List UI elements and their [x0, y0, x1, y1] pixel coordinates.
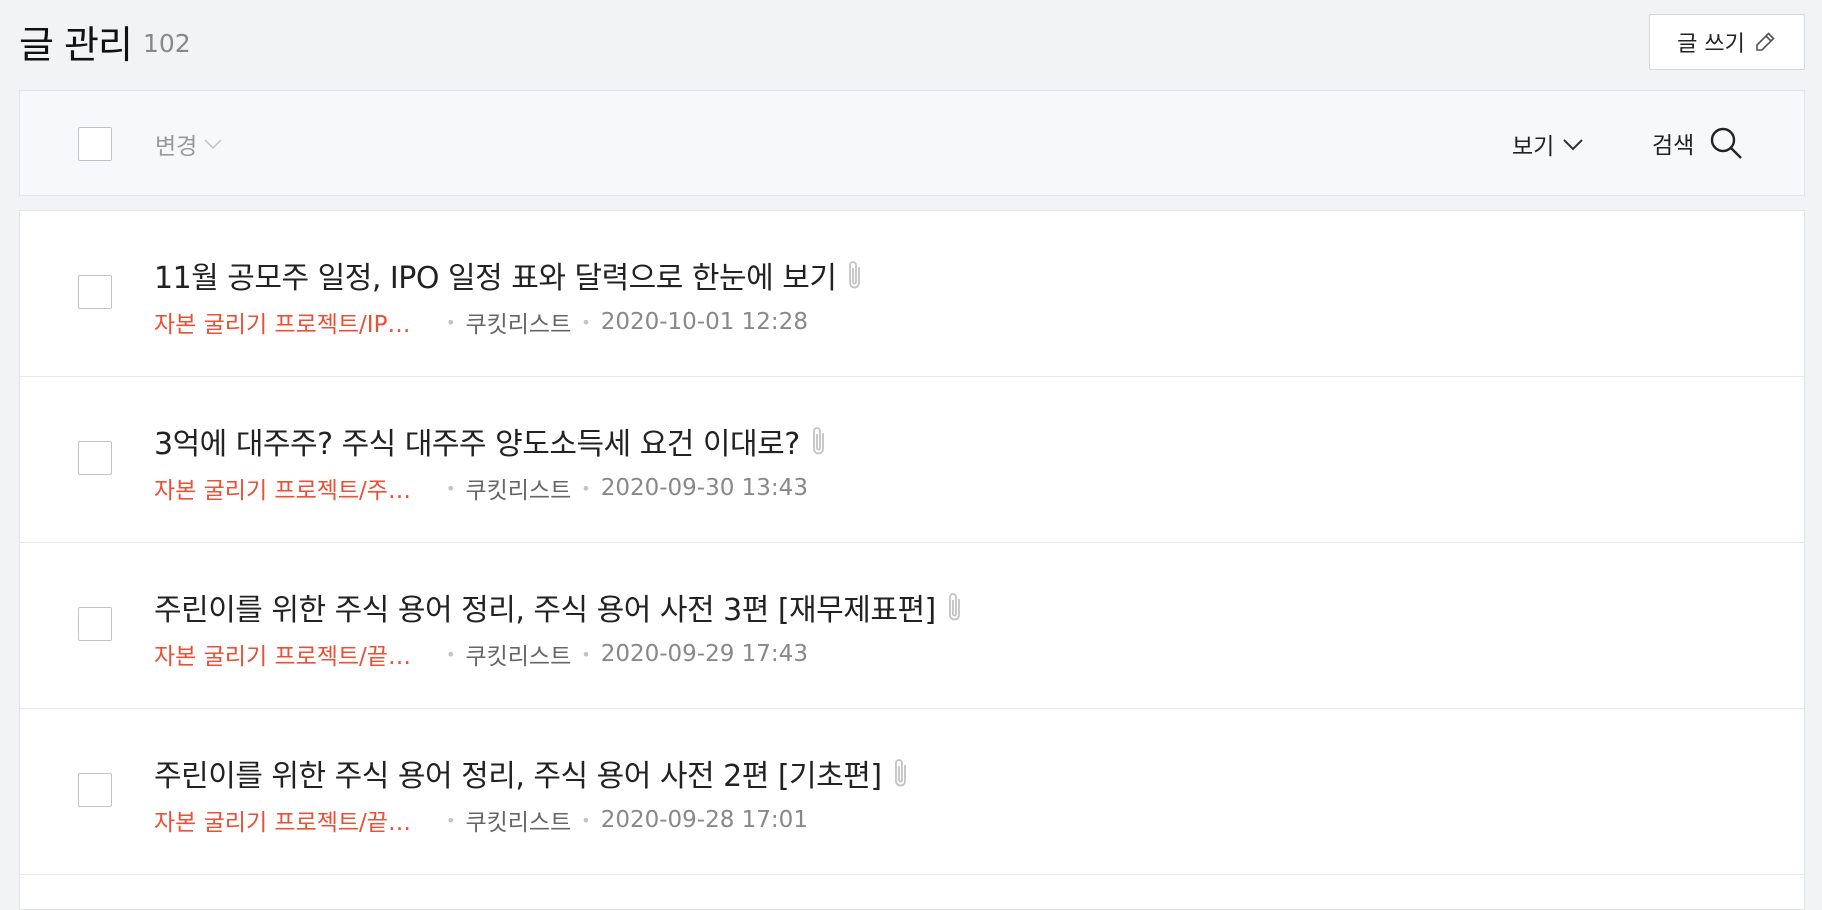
post-date: 2020-09-28 17:01: [600, 807, 808, 833]
separator-dot: •: [446, 312, 456, 332]
separator-dot: •: [581, 312, 591, 332]
separator-dot: •: [446, 810, 456, 830]
search-icon: [1708, 125, 1744, 161]
change-dropdown[interactable]: 변경: [155, 127, 223, 161]
post-row: 3억에 대주주? 주식 대주주 양도소득세 요건 이대로? 자본 굴리기 프로젝…: [20, 377, 1804, 543]
separator-dot: •: [446, 478, 456, 498]
post-title: 주린이를 위한 주식 용어 정리, 주식 용어 사전 3편 [재무제표편]: [154, 593, 936, 628]
post-date: 2020-09-30 13:43: [600, 475, 808, 501]
change-label: 변경: [155, 134, 198, 160]
post-date: 2020-09-29 17:43: [600, 641, 808, 667]
post-title-link[interactable]: 주린이를 위한 주식 용어 정리, 주식 용어 사전 3편 [재무제표편]: [154, 585, 964, 629]
separator-dot: •: [581, 810, 591, 830]
post-author: 쿠킷리스트: [465, 478, 572, 504]
post-author: 쿠킷리스트: [465, 312, 572, 338]
post-checkbox[interactable]: [78, 773, 112, 807]
separator-dot: •: [446, 644, 456, 664]
paperclip-icon: [810, 424, 828, 458]
page-header: 글 관리 102 글 쓰기: [19, 0, 1805, 90]
search-button[interactable]: 검색: [1652, 121, 1744, 165]
post-checkbox[interactable]: [78, 441, 112, 475]
post-row: 주린이를 위한 주식 용어 정리, 주식 용어 사전 3편 [재무제표편] 자본…: [20, 543, 1804, 709]
post-row: 11월 공모주 일정, IPO 일정 표와 달력으로 한눈에 보기 자본 굴리기…: [20, 211, 1804, 377]
post-meta: 자본 굴리기 프로젝트/주… • 쿠킷리스트 • 2020-09-30 13:4…: [154, 471, 808, 505]
post-count: 102: [143, 29, 191, 58]
post-row: 주린이를 위한 주식 용어 정리, 주식 용어 사전 2편 [기초편] 자본 굴…: [20, 709, 1804, 875]
post-category[interactable]: 자본 굴리기 프로젝트/끝…: [154, 803, 436, 837]
post-category[interactable]: 자본 굴리기 프로젝트/끝…: [154, 637, 436, 671]
paperclip-icon: [892, 756, 910, 790]
post-meta: 자본 굴리기 프로젝트/끝… • 쿠킷리스트 • 2020-09-28 17:0…: [154, 803, 808, 837]
write-button-label: 글 쓰기: [1677, 32, 1745, 57]
post-list: 11월 공모주 일정, IPO 일정 표와 달력으로 한눈에 보기 자본 굴리기…: [19, 210, 1805, 910]
post-category[interactable]: 자본 굴리기 프로젝트/주…: [154, 471, 436, 505]
post-date: 2020-10-01 12:28: [600, 309, 808, 335]
search-label: 검색: [1652, 133, 1695, 159]
chevron-down-icon: [1562, 137, 1584, 151]
post-checkbox[interactable]: [78, 275, 112, 309]
view-dropdown[interactable]: 보기: [1512, 127, 1584, 161]
pencil-icon: [1753, 30, 1777, 54]
post-title: 주린이를 위한 주식 용어 정리, 주식 용어 사전 2편 [기초편]: [154, 759, 882, 794]
post-category[interactable]: 자본 굴리기 프로젝트/IP…: [154, 305, 436, 339]
post-title-link[interactable]: 주린이를 위한 주식 용어 정리, 주식 용어 사전 2편 [기초편]: [154, 751, 910, 795]
post-title-link[interactable]: 11월 공모주 일정, IPO 일정 표와 달력으로 한눈에 보기: [154, 253, 864, 297]
post-checkbox[interactable]: [78, 607, 112, 641]
paperclip-icon: [846, 258, 864, 292]
post-author: 쿠킷리스트: [465, 810, 572, 836]
view-label: 보기: [1512, 134, 1555, 160]
page-title: 글 관리: [19, 23, 133, 67]
post-title: 3억에 대주주? 주식 대주주 양도소득세 요건 이대로?: [154, 427, 800, 462]
write-post-button[interactable]: 글 쓰기: [1649, 14, 1805, 70]
select-all-checkbox[interactable]: [78, 127, 112, 161]
chevron-down-icon: [203, 137, 223, 151]
separator-dot: •: [581, 644, 591, 664]
list-toolbar: 변경 보기 검색: [19, 90, 1805, 196]
separator-dot: •: [581, 478, 591, 498]
post-title-link[interactable]: 3억에 대주주? 주식 대주주 양도소득세 요건 이대로?: [154, 419, 828, 463]
post-title: 11월 공모주 일정, IPO 일정 표와 달력으로 한눈에 보기: [154, 261, 837, 296]
post-author: 쿠킷리스트: [465, 644, 572, 670]
post-meta: 자본 굴리기 프로젝트/끝… • 쿠킷리스트 • 2020-09-29 17:4…: [154, 637, 808, 671]
paperclip-icon: [946, 590, 964, 624]
post-meta: 자본 굴리기 프로젝트/IP… • 쿠킷리스트 • 2020-10-01 12:…: [154, 305, 808, 339]
